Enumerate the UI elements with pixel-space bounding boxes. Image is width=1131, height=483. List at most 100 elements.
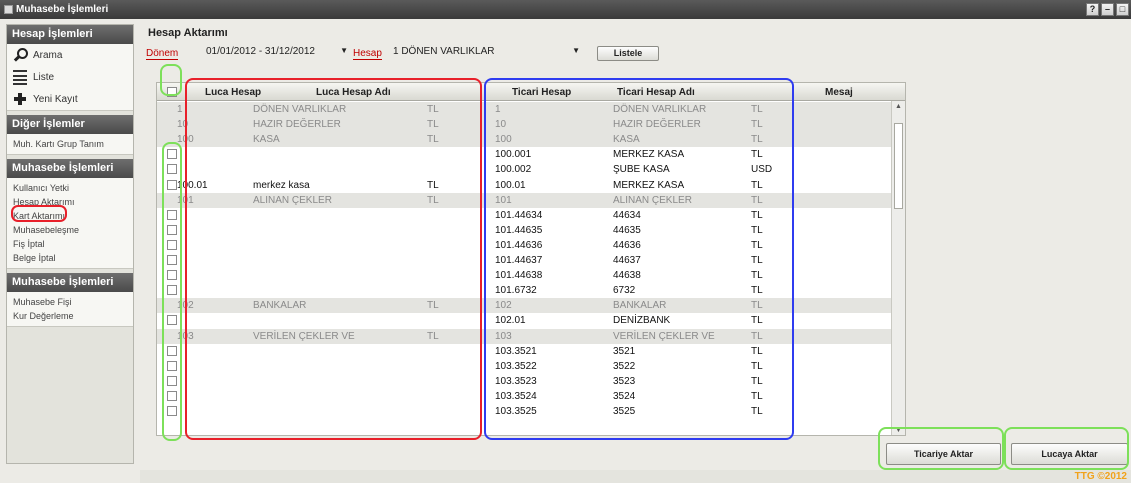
row-checkbox[interactable] (167, 255, 177, 265)
cell-ticari-hesap: 103 (495, 330, 512, 342)
table-row[interactable]: 103.3525 3525 TL (157, 404, 893, 419)
sidebar-item-kart-aktarimi[interactable]: Kart Aktarımı (7, 209, 133, 223)
app-icon (4, 5, 13, 14)
table-row[interactable]: 100.01 merkez kasa TL 100.01 MERKEZ KASA TL (157, 177, 893, 193)
watermark-text: TTG ©2012 (1074, 471, 1127, 482)
cell-ticari-hesap: 101.6732 (495, 285, 537, 297)
table-row[interactable]: 103.3523 3523 TL (157, 373, 893, 389)
table-row[interactable]: 101.44637 44637 TL (157, 253, 893, 268)
sidebar-section-muhasebe: Muhasebe İşlemleri Kullanıcı Yetki Hesap… (7, 159, 133, 269)
sidebar-item-belge-iptal[interactable]: Belge İptal (7, 251, 133, 265)
table-row[interactable]: 101.6732 6732 TL (157, 283, 893, 299)
cell-luca-hesap: 101 (177, 194, 194, 206)
cell-ticari-hesap-adi: DÖNEN VARLIKLAR (613, 104, 707, 115)
add-record-icon (13, 92, 27, 106)
table-row[interactable]: 101 ALINAN ÇEKLER TL 101 ALINAN ÇEKLER TL (157, 192, 893, 208)
table-row[interactable]: 10 HAZIR DEĞERLER TL 10 HAZIR DEĞERLER TL (157, 117, 893, 133)
cell-ticari-hesap-adi: 3525 (613, 406, 636, 417)
row-checkbox[interactable] (167, 270, 177, 281)
row-checkbox[interactable] (167, 315, 177, 326)
grid-scrollbar[interactable]: ▲ ▼ (891, 101, 905, 435)
hesap-value: 1 DÖNEN VARLIKLAR (393, 46, 495, 57)
cell-ticari-hesap: 103.3522 (495, 360, 537, 372)
cell-ticari-para-birimi: TL (751, 360, 763, 372)
table-row[interactable]: 102 BANKALAR TL 102 BANKALAR TL (157, 298, 893, 314)
table-row[interactable]: 103.3521 3521 TL (157, 343, 893, 359)
table-row[interactable]: 100.002 ŞUBE KASA USD (157, 162, 893, 178)
cell-ticari-hesap: 101.44636 (495, 239, 543, 251)
cell-ticari-hesap: 100.002 (495, 164, 532, 176)
row-checkbox[interactable] (167, 224, 177, 235)
footer-strip (140, 470, 1131, 483)
cell-luca-hesap: 102 (177, 300, 194, 312)
cell-luca-para-birimi: TL (427, 104, 439, 115)
table-row[interactable]: 103.3524 3524 TL (157, 388, 893, 404)
sidebar-item-muhasebelesme[interactable]: Muhasebeleşme (7, 223, 133, 237)
row-checkbox[interactable] (167, 179, 177, 190)
lucaya-aktar-button[interactable]: Lucaya Aktar (1011, 443, 1128, 465)
cell-luca-hesap-adi: merkez kasa (253, 179, 310, 191)
sidebar-item-kur-degerleme[interactable]: Kur Değerleme (7, 309, 133, 323)
cell-ticari-hesap: 10 (495, 119, 507, 131)
row-checkbox[interactable] (167, 406, 177, 416)
cell-ticari-para-birimi: TL (751, 134, 763, 146)
cell-ticari-para-birimi: TL (751, 406, 763, 417)
sidebar-item-muh-karti-grup-tanim[interactable]: Muh. Kartı Grup Tanım (7, 134, 133, 154)
table-row[interactable]: 103 VERİLEN ÇEKLER VE TL 103 VERİLEN ÇEKLER … (157, 328, 893, 344)
scroll-thumb[interactable] (894, 123, 903, 209)
table-row[interactable]: 101.44634 44634 TL (157, 207, 893, 223)
table-row[interactable]: 101.44635 44635 TL (157, 222, 893, 238)
cell-ticari-hesap-adi: KASA (613, 134, 640, 146)
row-checkbox[interactable] (167, 149, 177, 160)
listele-button[interactable]: Listele (597, 46, 659, 61)
table-row[interactable]: 102.01 DENİZBANK TL (157, 313, 893, 329)
cell-ticari-para-birimi: TL (751, 390, 763, 402)
cell-ticari-hesap-adi: ŞUBE KASA (613, 164, 670, 176)
cell-ticari-para-birimi: TL (751, 239, 763, 251)
sidebar-item-muhasebe-fisi[interactable]: Muhasebe Fişi (7, 295, 133, 309)
cell-ticari-para-birimi: TL (751, 375, 763, 387)
sidebar-item-kullanici-yetki[interactable]: Kullanıcı Yetki (7, 181, 133, 195)
table-row[interactable]: 103.3522 3522 TL (157, 358, 893, 374)
table-row[interactable]: 101.44638 44638 TL (157, 268, 893, 284)
sidebar: Hesap İşlemleri Arama Liste Yeni Kayıt D… (6, 24, 134, 464)
select-all-checkbox[interactable] (167, 87, 177, 97)
hesap-select[interactable]: 1 DÖNEN VARLIKLAR ▼ (389, 44, 584, 60)
sidebar-section-diger: Diğer İşlemler Muh. Kartı Grup Tanım (7, 115, 133, 155)
row-checkbox[interactable] (167, 285, 177, 296)
help-window-button[interactable]: ? (1086, 3, 1099, 16)
table-row[interactable]: 100 KASA TL 100 KASA TL (157, 132, 893, 148)
sidebar-item-arama[interactable]: Arama (7, 44, 133, 66)
cell-ticari-hesap: 103.3524 (495, 390, 537, 402)
row-checkbox[interactable] (167, 239, 177, 250)
table-row[interactable]: 100.001 MERKEZ KASA TL (157, 147, 893, 163)
row-checkbox[interactable] (167, 209, 177, 220)
row-checkbox[interactable] (167, 390, 177, 401)
donem-select[interactable]: 01/01/2012 - 31/12/2012 ▼ (202, 44, 352, 60)
hesap-label: Hesap (353, 48, 382, 60)
sidebar-item-hesap-aktarimi[interactable]: Hesap Aktarımı (7, 195, 133, 209)
maximize-window-button[interactable]: □ (1116, 3, 1129, 16)
cell-luca-para-birimi: TL (427, 194, 439, 206)
scroll-up-icon[interactable]: ▲ (895, 103, 902, 110)
minimize-window-button[interactable]: – (1101, 3, 1114, 16)
cell-ticari-hesap: 103.3525 (495, 406, 537, 417)
table-row[interactable]: 101.44636 44636 TL (157, 237, 893, 253)
cell-ticari-para-birimi: TL (751, 119, 763, 131)
sidebar-item-liste[interactable]: Liste (7, 66, 133, 88)
scroll-down-icon[interactable]: ▼ (895, 427, 902, 434)
ticariye-aktar-button[interactable]: Ticariye Aktar (886, 443, 1001, 465)
sidebar-section-title: Hesap İşlemleri (7, 25, 133, 44)
cell-ticari-hesap: 101.44635 (495, 224, 543, 236)
sidebar-item-fis-iptal[interactable]: Fiş İptal (7, 237, 133, 251)
col-luca-hesap-adi: Luca Hesap Adı (316, 87, 391, 98)
table-row[interactable]: 1 DÖNEN VARLIKLAR TL 1 DÖNEN VARLIKLAR TL (157, 102, 893, 117)
cell-ticari-hesap-adi: 3521 (613, 345, 636, 357)
sidebar-item-yeni-kayit[interactable]: Yeni Kayıt (7, 88, 133, 110)
row-checkbox[interactable] (167, 345, 177, 356)
list-icon (13, 70, 27, 84)
row-checkbox[interactable] (167, 164, 177, 175)
row-checkbox[interactable] (167, 375, 177, 386)
cell-ticari-para-birimi: TL (751, 104, 763, 115)
row-checkbox[interactable] (167, 360, 177, 371)
